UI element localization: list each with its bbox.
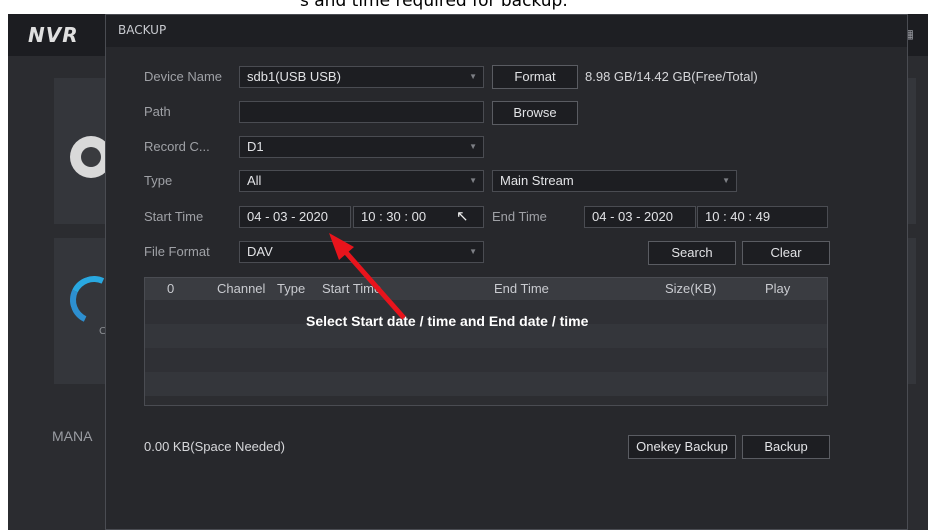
annotation-arrow — [329, 233, 406, 320]
arrow-shaft — [341, 247, 406, 320]
annotation-text: Select Start date / time and End date / … — [306, 313, 589, 329]
